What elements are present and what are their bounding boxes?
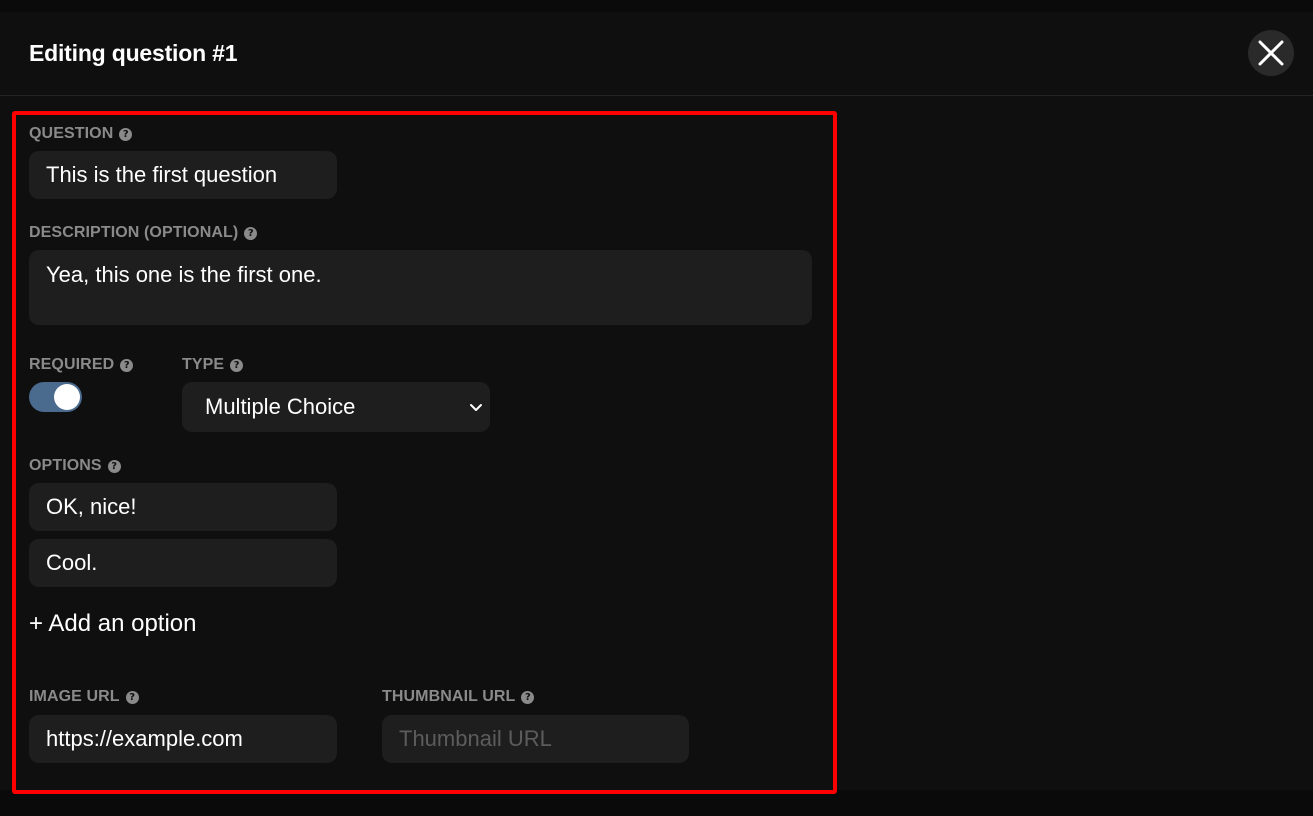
options-label: OPTIONS ?: [29, 457, 121, 475]
close-button[interactable]: [1248, 30, 1294, 76]
help-icon[interactable]: ?: [120, 358, 134, 372]
type-label-text: TYPE: [182, 356, 225, 373]
thumbnail-url-label: THUMBNAIL URL ?: [382, 688, 535, 706]
thumbnail-url-label-text: THUMBNAIL URL: [382, 688, 516, 705]
question-label-text: QUESTION: [29, 125, 114, 142]
question-input[interactable]: This is the first question: [29, 151, 337, 199]
image-url-input[interactable]: https://example.com: [29, 715, 337, 763]
toggle-knob: [54, 384, 80, 410]
image-url-label-text: IMAGE URL: [29, 688, 120, 705]
option-input-1[interactable]: OK, nice!: [29, 483, 337, 531]
required-label: REQUIRED ?: [29, 356, 134, 374]
help-icon[interactable]: ?: [230, 358, 244, 372]
help-icon[interactable]: ?: [107, 459, 121, 473]
option-input-2[interactable]: Cool.: [29, 539, 337, 587]
description-textarea[interactable]: Yea, this one is the first one.: [29, 250, 812, 325]
close-icon: [1258, 40, 1284, 66]
help-icon[interactable]: ?: [244, 226, 258, 240]
type-label: TYPE ?: [182, 356, 244, 374]
help-icon[interactable]: ?: [119, 127, 133, 141]
required-label-text: REQUIRED: [29, 356, 115, 373]
required-toggle[interactable]: [29, 382, 82, 412]
description-label-text: DESCRIPTION (OPTIONAL): [29, 224, 239, 241]
description-label: DESCRIPTION (OPTIONAL) ?: [29, 224, 258, 242]
modal-title: Editing question #1: [29, 40, 238, 66]
add-option-button[interactable]: + Add an option: [29, 610, 196, 638]
type-select-value: Multiple Choice: [205, 394, 356, 419]
question-label: QUESTION ?: [29, 125, 133, 143]
options-label-text: OPTIONS: [29, 457, 102, 474]
help-icon[interactable]: ?: [521, 690, 535, 704]
modal-header: Editing question #1: [0, 12, 1313, 96]
type-select[interactable]: Multiple Choice: [182, 382, 490, 432]
thumbnail-url-input[interactable]: Thumbnail URL: [382, 715, 689, 763]
help-icon[interactable]: ?: [125, 690, 139, 704]
image-url-label: IMAGE URL ?: [29, 688, 139, 706]
chevron-down-icon: [470, 404, 482, 411]
